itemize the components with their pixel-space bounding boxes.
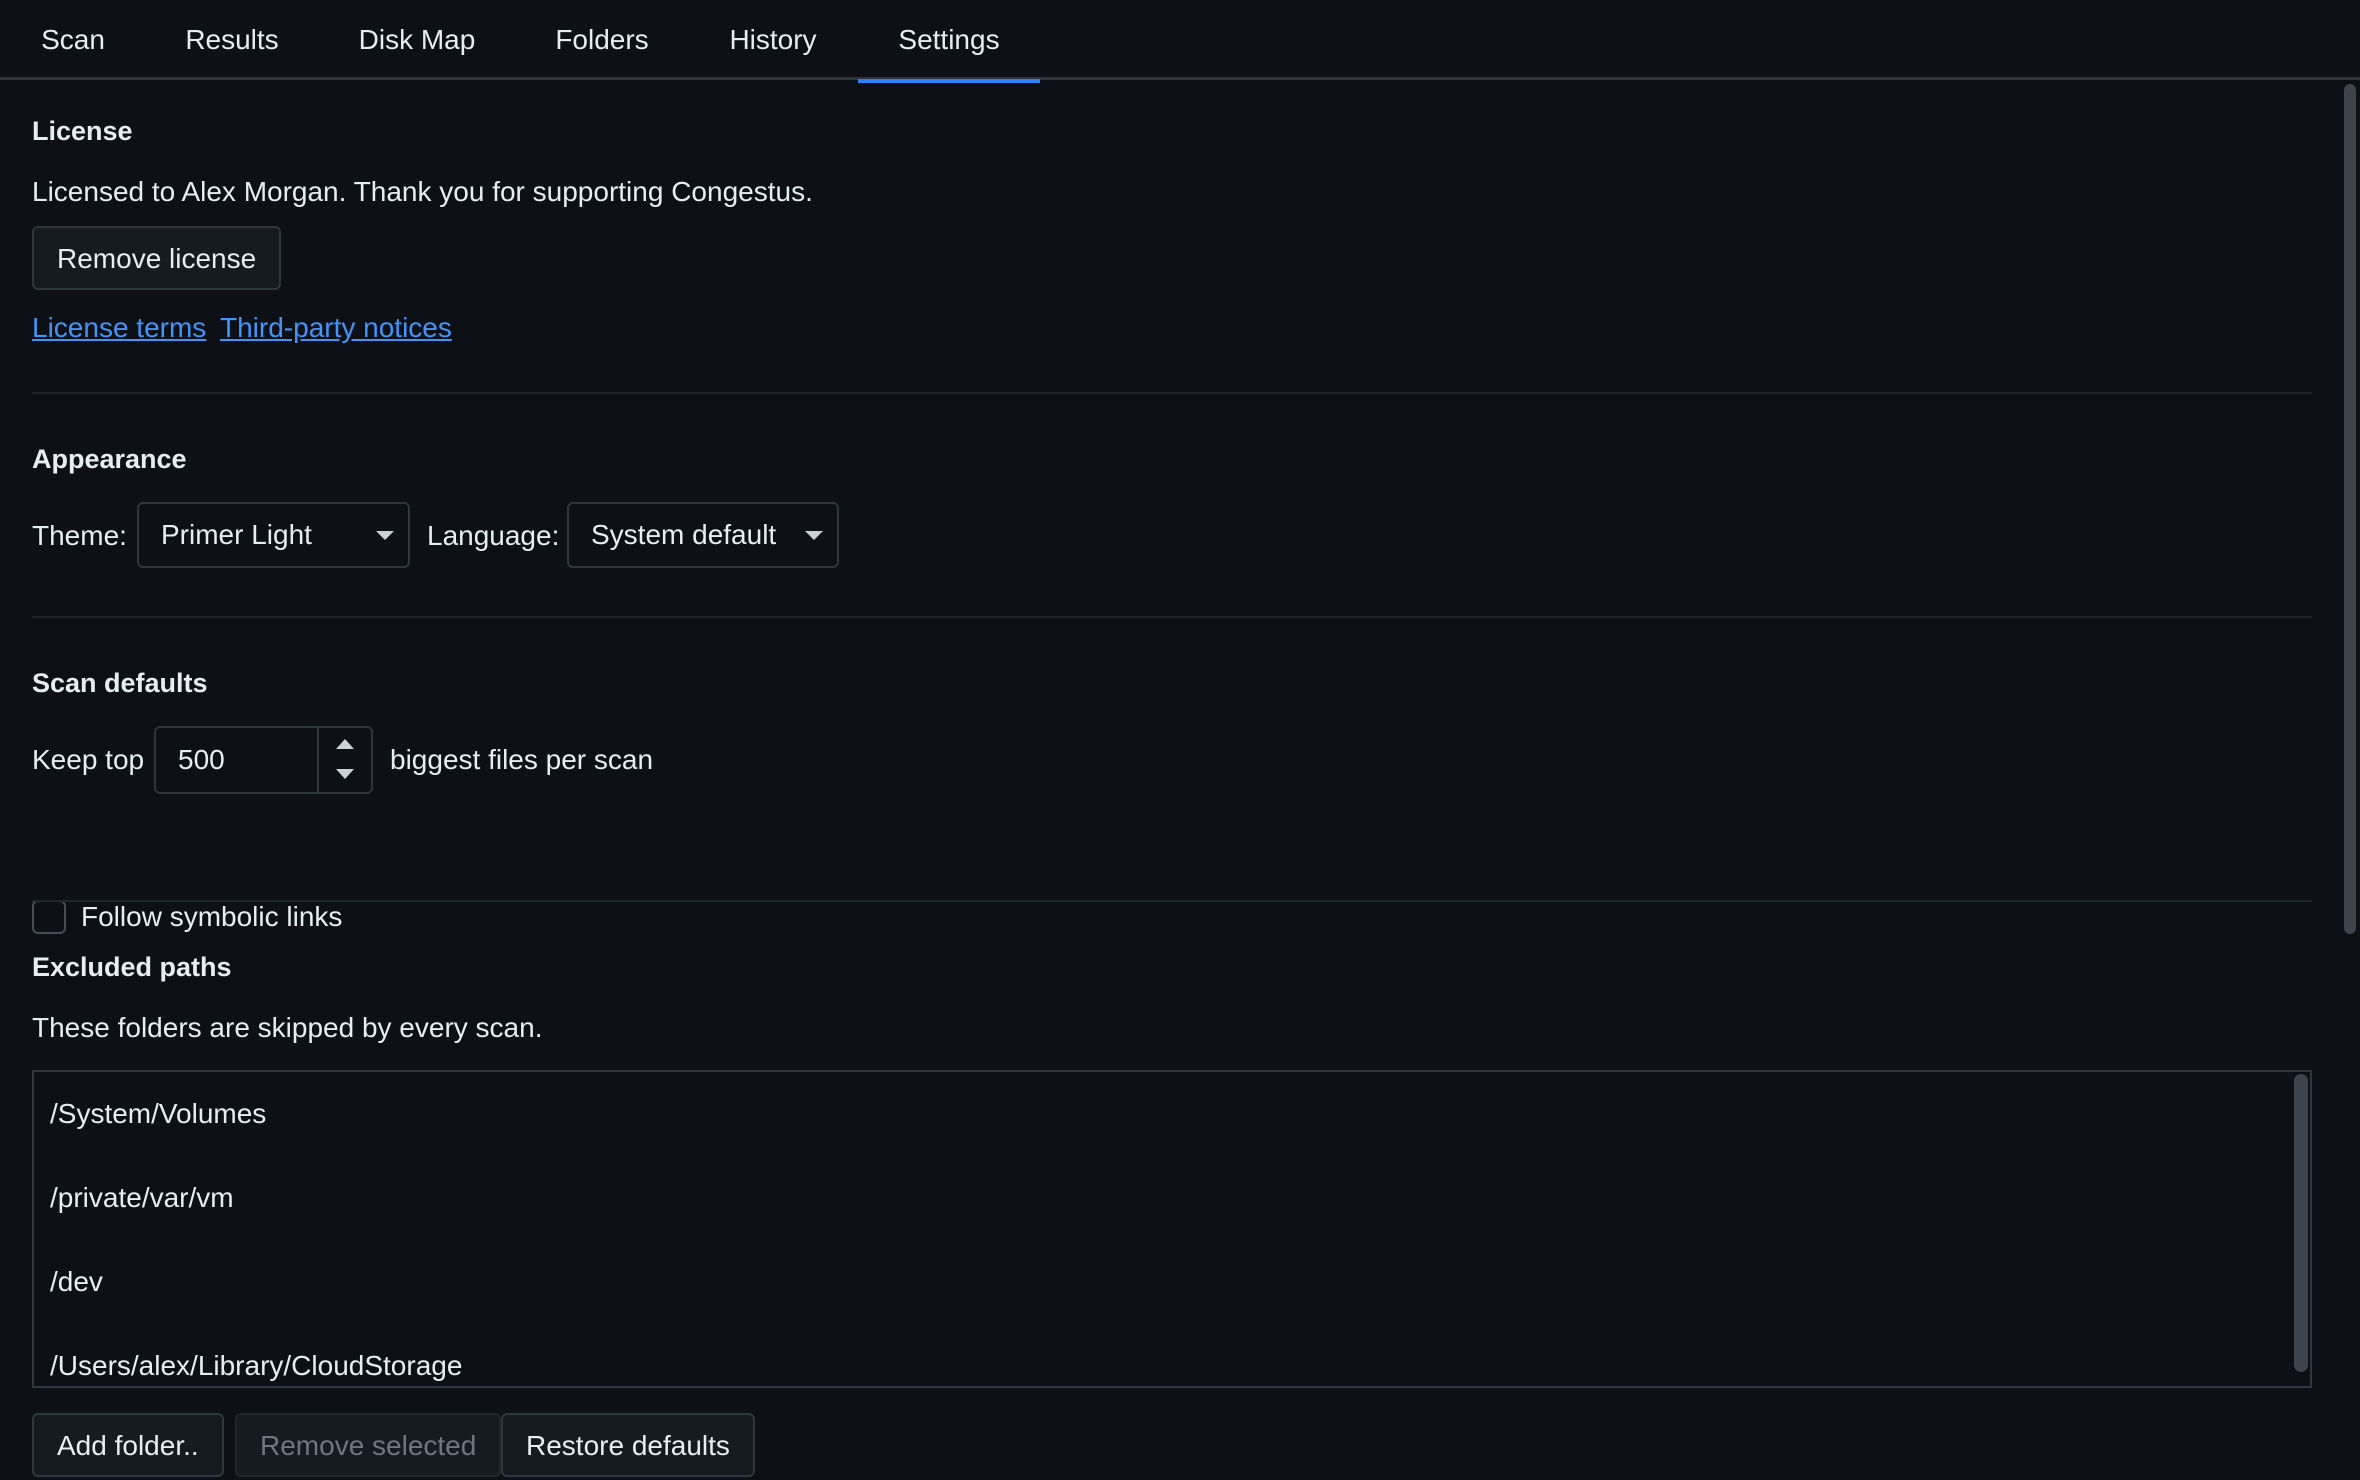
third-party-notices-link[interactable]: Third-party notices bbox=[220, 312, 452, 344]
license-heading: License bbox=[32, 116, 133, 146]
chevron-down-icon bbox=[805, 531, 823, 540]
decrement-arrow-icon[interactable] bbox=[319, 760, 371, 792]
restore-defaults-button[interactable]: Restore defaults bbox=[501, 1413, 755, 1477]
language-select[interactable]: System default bbox=[567, 502, 839, 568]
license-status: Licensed to Alex Morgan. Thank you for s… bbox=[32, 176, 813, 207]
scan-defaults-heading: Scan defaults bbox=[32, 668, 208, 698]
theme-select-value: Primer Light bbox=[161, 519, 312, 550]
language-select-value: System default bbox=[591, 519, 777, 550]
tab-bar: Scan Results Disk Map Folders History Se… bbox=[0, 0, 2360, 83]
list-item[interactable]: /private/var/vm bbox=[50, 1182, 234, 1214]
theme-select[interactable]: Primer Light bbox=[137, 502, 410, 568]
language-label: Language: bbox=[427, 520, 560, 551]
section-divider bbox=[32, 616, 2312, 618]
remove-license-button[interactable]: Remove license bbox=[32, 226, 282, 290]
section-divider bbox=[32, 392, 2312, 394]
tab-results[interactable]: Results bbox=[146, 0, 318, 80]
list-scroll-thumb[interactable] bbox=[2294, 1074, 2308, 1372]
follow-symlinks-checkbox[interactable] bbox=[32, 900, 66, 934]
tab-history[interactable]: History bbox=[688, 0, 858, 80]
page-scroll-thumb[interactable] bbox=[2344, 84, 2356, 934]
tab-settings[interactable]: Settings bbox=[858, 0, 1040, 83]
tab-scan[interactable]: Scan bbox=[0, 0, 146, 80]
excluded-paths-list[interactable]: /System/Volumes /private/var/vm /dev /Us… bbox=[32, 1070, 2312, 1388]
chevron-down-icon bbox=[376, 531, 394, 540]
stepper-buttons bbox=[317, 728, 371, 792]
follow-symlinks-label[interactable]: Follow symbolic links bbox=[81, 901, 342, 933]
keep-top-suffix: biggest files per scan bbox=[390, 744, 654, 775]
excluded-paths-description: These folders are skipped by every scan. bbox=[32, 1012, 543, 1043]
page-scrollbar[interactable] bbox=[2340, 80, 2360, 1480]
keep-top-stepper[interactable]: 500 bbox=[154, 726, 373, 794]
list-scrollbar[interactable] bbox=[2292, 1072, 2310, 1386]
add-folder-button[interactable]: Add folder.. bbox=[32, 1413, 224, 1477]
list-item[interactable]: /Users/alex/Library/CloudStorage bbox=[50, 1350, 462, 1382]
tab-disk-map[interactable]: Disk Map bbox=[318, 0, 516, 80]
appearance-heading: Appearance bbox=[32, 444, 187, 474]
list-item[interactable]: /System/Volumes bbox=[50, 1098, 266, 1130]
increment-arrow-icon[interactable] bbox=[319, 728, 371, 760]
keep-top-label: Keep top bbox=[32, 744, 145, 775]
keep-top-value[interactable]: 500 bbox=[178, 728, 225, 792]
tab-folders[interactable]: Folders bbox=[516, 0, 688, 80]
license-terms-link[interactable]: License terms bbox=[32, 312, 206, 344]
excluded-paths-heading: Excluded paths bbox=[32, 952, 232, 982]
theme-label: Theme: bbox=[32, 520, 127, 551]
list-item[interactable]: /dev bbox=[50, 1266, 103, 1298]
remove-selected-button[interactable]: Remove selected bbox=[235, 1413, 502, 1477]
section-divider bbox=[32, 900, 2312, 902]
